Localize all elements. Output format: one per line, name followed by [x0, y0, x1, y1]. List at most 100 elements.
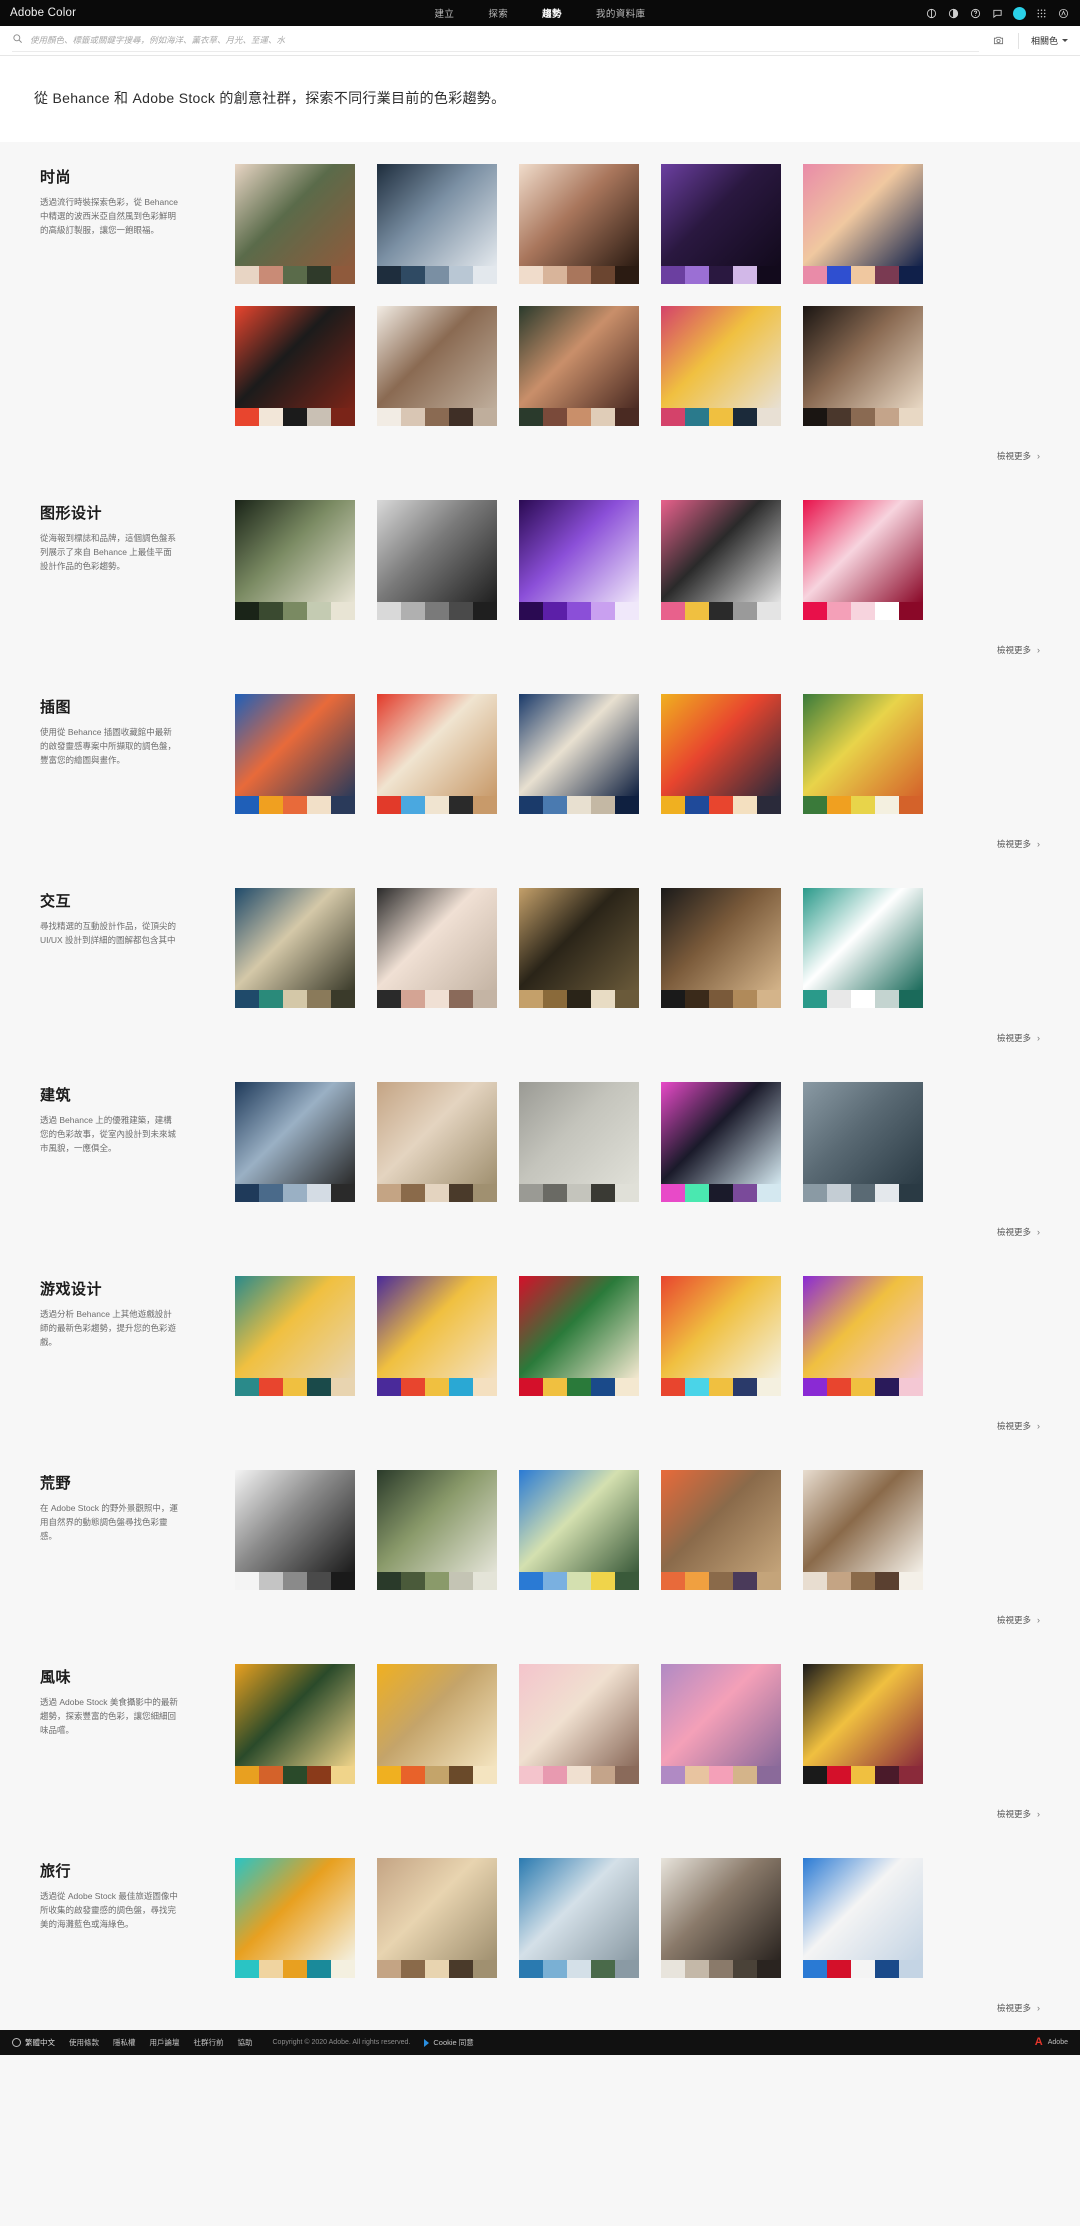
- color-swatch[interactable]: [259, 602, 283, 620]
- palette-card[interactable]: [235, 1664, 355, 1784]
- color-swatch[interactable]: [401, 1766, 425, 1784]
- palette-card[interactable]: [803, 1664, 923, 1784]
- palette-card[interactable]: [519, 1858, 639, 1978]
- color-swatch[interactable]: [661, 1184, 685, 1202]
- palette-card[interactable]: [803, 164, 923, 284]
- color-swatch-strip[interactable]: [661, 796, 781, 814]
- color-swatch[interactable]: [425, 1378, 449, 1396]
- view-more-link-travel[interactable]: 檢視更多 ›: [997, 2002, 1040, 2014]
- color-swatch-strip[interactable]: [803, 408, 923, 426]
- color-swatch[interactable]: [543, 1766, 567, 1784]
- color-swatch[interactable]: [615, 990, 639, 1008]
- color-swatch[interactable]: [543, 796, 567, 814]
- color-swatch[interactable]: [401, 1184, 425, 1202]
- view-more-link-wilderness[interactable]: 檢視更多 ›: [997, 1614, 1040, 1626]
- color-swatch[interactable]: [449, 408, 473, 426]
- palette-card[interactable]: [377, 1858, 497, 1978]
- color-swatch[interactable]: [827, 1572, 851, 1590]
- color-swatch[interactable]: [283, 990, 307, 1008]
- nav-item-0[interactable]: 建立: [435, 6, 455, 20]
- color-swatch-strip[interactable]: [235, 1960, 355, 1978]
- color-swatch[interactable]: [615, 1572, 639, 1590]
- palette-card[interactable]: [377, 1664, 497, 1784]
- color-swatch[interactable]: [757, 408, 781, 426]
- footer-link-1[interactable]: 隱私權: [113, 2037, 136, 2048]
- color-swatch[interactable]: [851, 602, 875, 620]
- color-swatch[interactable]: [307, 1960, 331, 1978]
- color-swatch[interactable]: [377, 1378, 401, 1396]
- palette-card[interactable]: [519, 500, 639, 620]
- color-swatch-strip[interactable]: [235, 602, 355, 620]
- palette-card[interactable]: [803, 500, 923, 620]
- color-swatch[interactable]: [661, 796, 685, 814]
- color-swatch[interactable]: [473, 1378, 497, 1396]
- palette-card[interactable]: [661, 888, 781, 1008]
- color-swatch[interactable]: [757, 990, 781, 1008]
- color-swatch[interactable]: [733, 1766, 757, 1784]
- color-swatch[interactable]: [591, 266, 615, 284]
- view-more-link-game-design[interactable]: 檢視更多 ›: [997, 1420, 1040, 1432]
- color-swatch[interactable]: [283, 602, 307, 620]
- color-swatch-strip[interactable]: [661, 1960, 781, 1978]
- color-swatch[interactable]: [377, 990, 401, 1008]
- color-swatch[interactable]: [425, 602, 449, 620]
- search-field[interactable]: [12, 30, 979, 52]
- color-swatch[interactable]: [377, 1766, 401, 1784]
- palette-card[interactable]: [803, 1276, 923, 1396]
- color-swatch[interactable]: [709, 1960, 733, 1978]
- color-swatch[interactable]: [685, 602, 709, 620]
- color-swatch[interactable]: [307, 1572, 331, 1590]
- color-swatch[interactable]: [685, 1572, 709, 1590]
- color-swatch[interactable]: [331, 1572, 355, 1590]
- color-swatch-strip[interactable]: [235, 990, 355, 1008]
- color-swatch[interactable]: [615, 408, 639, 426]
- color-swatch[interactable]: [591, 408, 615, 426]
- color-swatch[interactable]: [803, 266, 827, 284]
- color-swatch[interactable]: [685, 1184, 709, 1202]
- color-swatch[interactable]: [425, 1184, 449, 1202]
- view-more-link-architecture[interactable]: 檢視更多 ›: [997, 1226, 1040, 1238]
- color-swatch[interactable]: [543, 408, 567, 426]
- color-swatch[interactable]: [875, 990, 899, 1008]
- palette-card[interactable]: [661, 1858, 781, 1978]
- color-swatch[interactable]: [567, 1378, 591, 1396]
- color-swatch-strip[interactable]: [519, 1378, 639, 1396]
- color-swatch[interactable]: [473, 990, 497, 1008]
- color-swatch[interactable]: [875, 1960, 899, 1978]
- color-swatch[interactable]: [235, 266, 259, 284]
- color-swatch[interactable]: [875, 1766, 899, 1784]
- color-swatch[interactable]: [425, 1960, 449, 1978]
- camera-icon[interactable]: [987, 35, 1010, 46]
- avatar[interactable]: [1013, 6, 1026, 20]
- color-swatch[interactable]: [235, 796, 259, 814]
- color-swatch-strip[interactable]: [519, 1766, 639, 1784]
- color-swatch[interactable]: [307, 266, 331, 284]
- color-swatch[interactable]: [827, 1378, 851, 1396]
- nav-item-3[interactable]: 我的資料庫: [596, 6, 646, 20]
- color-swatch[interactable]: [567, 408, 591, 426]
- color-swatch[interactable]: [425, 1766, 449, 1784]
- color-swatch[interactable]: [307, 796, 331, 814]
- color-swatch[interactable]: [377, 408, 401, 426]
- color-swatch[interactable]: [307, 1184, 331, 1202]
- color-swatch[interactable]: [851, 408, 875, 426]
- nav-item-2[interactable]: 趨勢: [542, 6, 562, 20]
- palette-card[interactable]: [803, 1858, 923, 1978]
- color-swatch[interactable]: [331, 1960, 355, 1978]
- color-swatch[interactable]: [235, 1766, 259, 1784]
- color-swatch[interactable]: [259, 1184, 283, 1202]
- palette-card[interactable]: [377, 888, 497, 1008]
- color-swatch[interactable]: [473, 602, 497, 620]
- color-swatch[interactable]: [875, 796, 899, 814]
- color-swatch[interactable]: [851, 796, 875, 814]
- palette-card[interactable]: [661, 1470, 781, 1590]
- color-swatch[interactable]: [709, 408, 733, 426]
- color-swatch[interactable]: [473, 1960, 497, 1978]
- color-swatch[interactable]: [307, 1766, 331, 1784]
- color-swatch[interactable]: [283, 1378, 307, 1396]
- color-swatch[interactable]: [473, 1572, 497, 1590]
- color-swatch[interactable]: [803, 1572, 827, 1590]
- color-swatch[interactable]: [827, 990, 851, 1008]
- color-swatch[interactable]: [283, 796, 307, 814]
- color-swatch[interactable]: [733, 796, 757, 814]
